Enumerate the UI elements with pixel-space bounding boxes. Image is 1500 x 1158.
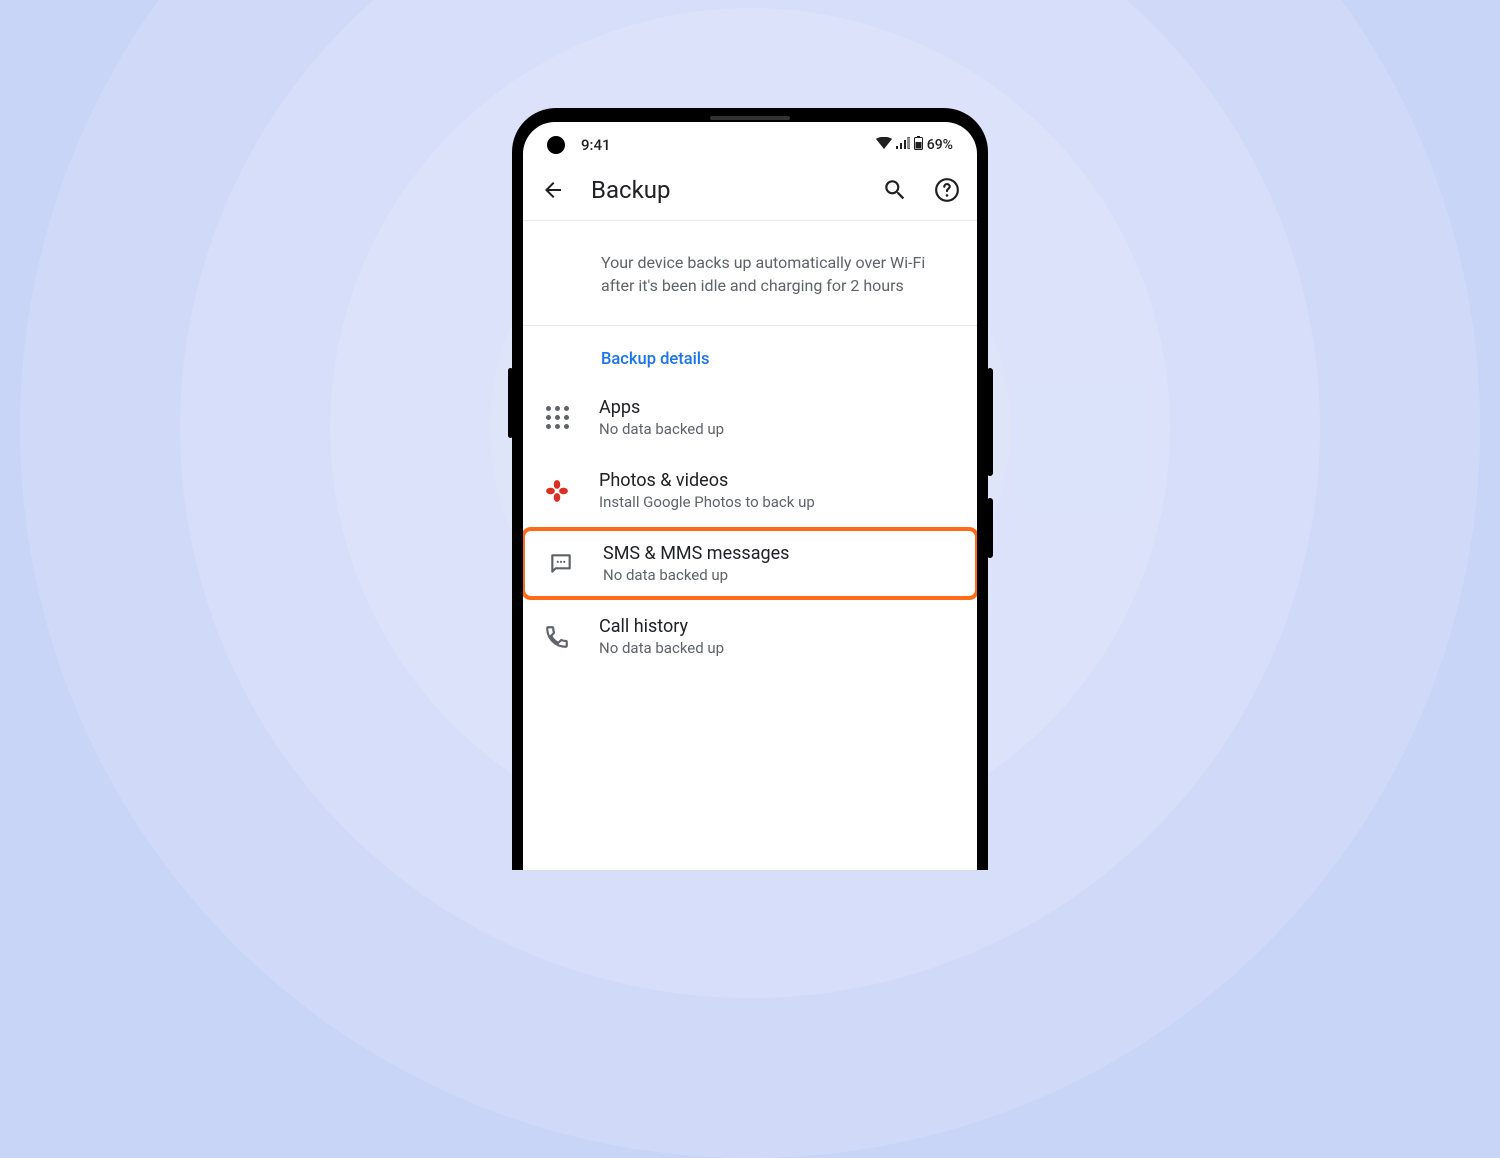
apps-icon [541, 406, 573, 429]
phone-screen: 9:41 69% Backup Your device backs up aut… [523, 122, 977, 870]
list-item-subtitle: No data backed up [599, 420, 957, 438]
status-bar: 9:41 69% [523, 122, 977, 164]
list-item-subtitle: No data backed up [603, 566, 953, 584]
phone-frame: 9:41 69% Backup Your device backs up aut… [512, 108, 988, 870]
page-title: Backup [591, 176, 857, 204]
status-time: 9:41 [581, 136, 611, 154]
message-icon [545, 551, 577, 577]
wifi-icon [876, 137, 892, 153]
help-button[interactable] [933, 176, 961, 204]
app-bar: Backup [523, 164, 977, 221]
photos-icon [541, 478, 573, 504]
phone-icon [541, 624, 573, 650]
arrow-back-icon [541, 178, 565, 202]
backup-info-text: Your device backs up automatically over … [523, 221, 977, 326]
battery-icon [914, 136, 923, 154]
camera-dot [547, 136, 565, 154]
help-icon [934, 177, 960, 203]
section-header: Backup details [523, 326, 977, 381]
list-item-subtitle: Install Google Photos to back up [599, 493, 957, 511]
backup-item-sms[interactable]: SMS & MMS messages No data backed up [523, 527, 977, 600]
search-button[interactable] [881, 176, 909, 204]
backup-item-apps[interactable]: Apps No data backed up [523, 381, 977, 454]
search-icon [882, 177, 908, 203]
battery-percent: 69% [927, 137, 953, 153]
list-item-subtitle: No data backed up [599, 639, 957, 657]
backup-item-calls[interactable]: Call history No data backed up [523, 600, 977, 673]
list-item-title: Call history [599, 616, 957, 637]
backup-item-photos[interactable]: Photos & videos Install Google Photos to… [523, 454, 977, 527]
list-item-title: Photos & videos [599, 470, 957, 491]
signal-icon [896, 137, 910, 153]
back-button[interactable] [539, 176, 567, 204]
list-item-title: SMS & MMS messages [603, 543, 953, 564]
list-item-title: Apps [599, 397, 957, 418]
